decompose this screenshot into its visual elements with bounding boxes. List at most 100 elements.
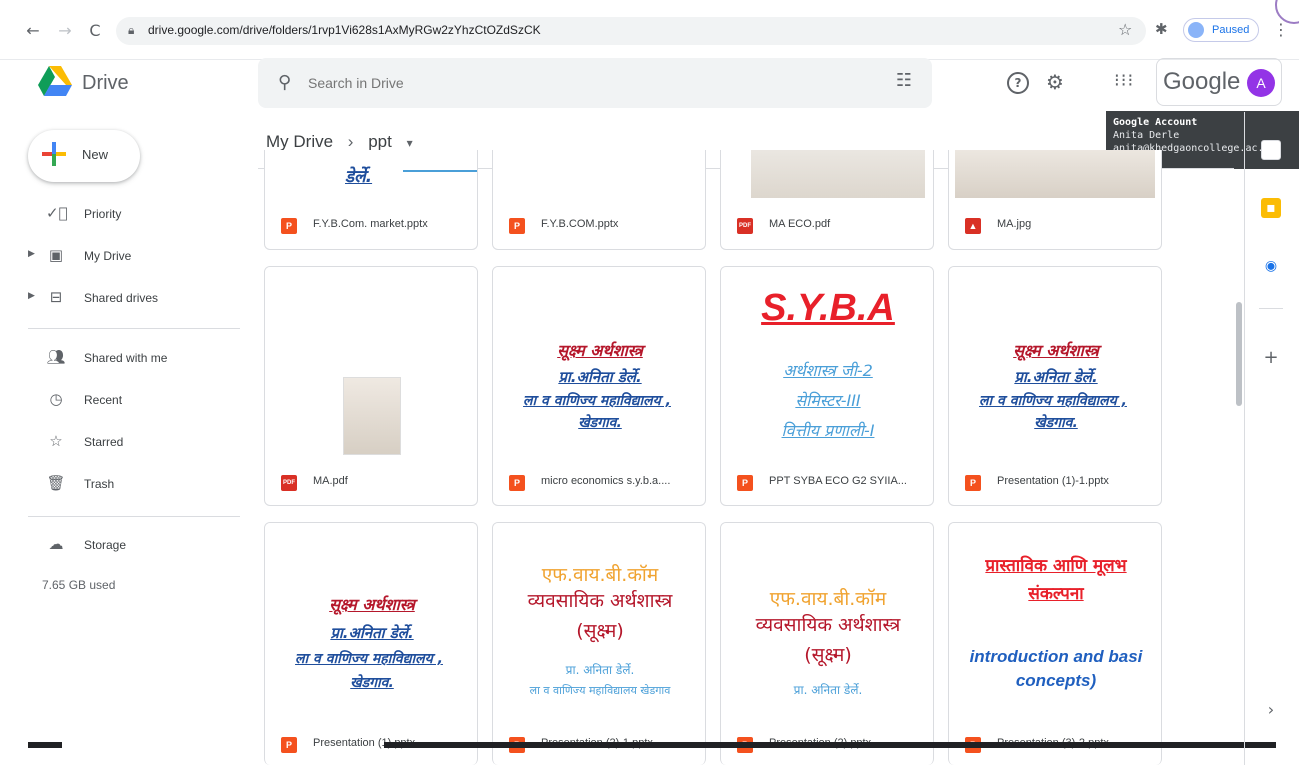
thumbnail-text: सूक्ष्म अर्थशास्त्र [1013,341,1099,360]
search-options-icon[interactable]: ☷ [896,70,912,91]
thumbnail-text: प्रा. अनिता डेर्ले. [793,683,863,697]
sidebar-item-label: Shared drives [84,291,159,305]
sidebar-item-recent[interactable]: ◷ Recent [0,384,240,418]
thumbnail-text: व्यवसायिक अर्थशास्त्र [755,614,901,636]
file-card[interactable]: डेर्ले. P F.Y.B.Com. market.pptx [264,150,478,250]
forward-arrow-icon[interactable]: → [54,20,76,42]
address-bar[interactable]: 🔒︎ drive.google.com/drive/folders/1rvp1V… [116,17,1146,45]
sidebar-item-trash[interactable]: 🗑︎ Trash [0,468,240,502]
file-name: micro economics s.y.b.a.... [541,475,671,487]
file-card[interactable]: एफ.वाय.बी.कॉम व्यवसायिक अर्थशास्त्र (सूक… [492,522,706,765]
account-area[interactable]: Google A [1156,58,1282,106]
file-thumbnail: प्रास्ताविक आणि मूलभ संकल्पना introducti… [949,523,1161,713]
new-button[interactable]: New [28,130,140,182]
file-card[interactable]: सूक्ष्म अर्थशास्त्र प्रा.अनिता डेर्ले. ल… [492,266,706,506]
thumbnail-text: ला व वाणिज्य महाविद्यालय खेडगाव [529,684,671,697]
image-preview [955,150,1155,198]
extensions-puzzle-icon[interactable]: ✱ [1155,20,1168,38]
settings-gear-icon[interactable]: ⚙ [1046,70,1064,94]
file-card[interactable]: S.Y.B.A अर्थशास्त्र जी-2 सेमिस्टर-III वि… [720,266,934,506]
help-icon[interactable]: ? [1007,72,1029,94]
drive-logo-icon[interactable] [38,66,72,96]
sidebar-divider [28,328,240,329]
file-card[interactable]: PDF MA ECO.pdf [720,150,934,250]
thumbnail-text: खेडगाव. [1034,415,1078,431]
folder-dropdown-icon[interactable]: ▾ [407,136,413,150]
file-card[interactable]: P F.Y.B.COM.pptx [492,150,706,250]
search-bar[interactable]: ⚲ ☷ [258,58,932,108]
pdf-page-preview [343,377,401,455]
file-thumbnail: डेर्ले. [265,150,477,202]
thumbnail-text: सेमिस्टर-III [795,391,861,410]
new-button-label: New [82,147,109,162]
file-card[interactable]: प्रास्ताविक आणि मूलभ संकल्पना introducti… [948,522,1162,765]
keep-icon[interactable]: ▪ [1261,198,1281,218]
app-title[interactable]: Drive [82,72,129,95]
cloud-icon: ☁︎ [48,535,64,553]
search-icon[interactable]: ⚲ [278,72,291,93]
file-card[interactable]: ▲ MA.jpg [948,150,1162,250]
lock-icon: 🔒︎ [128,23,135,37]
file-thumbnail: S.Y.B.A अर्थशास्त्र जी-2 सेमिस्टर-III वि… [721,267,933,457]
file-thumbnail: सूक्ष्म अर्थशास्त्र प्रा.अनिता डेर्ले. ल… [949,267,1161,457]
thumbnail-text: सूक्ष्म अर्थशास्त्र [329,595,415,614]
add-addon-icon[interactable]: + [1261,348,1281,368]
thumbnail-text: प्रा.अनिता डेर्ले. [330,624,414,642]
expand-arrow-icon[interactable]: ▶ [28,249,35,259]
expand-panel-chevron-icon[interactable]: › [1261,700,1281,720]
thumbnail-text: डेर्ले. [345,167,373,187]
sidebar-item-label: My Drive [84,249,132,263]
expand-arrow-icon[interactable]: ▶ [28,291,35,301]
tasks-icon[interactable]: ◉ [1261,256,1281,276]
file-card[interactable]: सूक्ष्म अर्थशास्त्र प्रा.अनिता डेर्ले. ल… [948,266,1162,506]
thumbnail-text: सूक्ष्म अर्थशास्त्र [557,341,643,360]
thumbnail-title: S.Y.B.A [761,287,895,329]
breadcrumb-current-folder[interactable]: ppt [368,132,392,151]
pptx-file-icon: P [737,475,753,491]
sidebar-item-shared-drives[interactable]: ▶ ⊟ Shared drives [0,282,240,316]
file-card-footer: P PPT SYBA ECO G2 SYIIA... [721,459,933,505]
thumbnail-text: अर्थशास्त्र जी-2 [783,361,873,380]
back-arrow-icon[interactable]: ← [22,20,44,42]
thumbnail-text: व्यवसायिक अर्थशास्त्र [527,590,673,612]
file-name: MA.pdf [313,475,348,487]
thumbnail-text: ला व वाणिज्य महाविद्यालय , [979,393,1127,409]
sidebar-item-storage[interactable]: ☁︎ Storage [0,529,240,563]
pptx-file-icon: P [281,737,297,753]
file-card[interactable]: सूक्ष्म अर्थशास्त्र प्रा.अनिता डेर्ले. ल… [264,522,478,765]
file-card[interactable]: एफ.वाय.बी.कॉम व्यवसायिक अर्थशास्त्र (सूक… [720,522,934,765]
calendar-icon[interactable] [1261,140,1281,160]
file-card[interactable]: PDF MA.pdf [264,266,478,506]
bookmark-star-icon[interactable]: ☆ [1118,20,1132,39]
sidebar-item-priority[interactable]: ✓⃝ Priority [0,198,240,232]
my-drive-icon: ▣ [48,246,64,264]
file-thumbnail: एफ.वाय.बी.कॉम व्यवसायिक अर्थशास्त्र (सूक… [493,523,705,713]
sidebar-item-starred[interactable]: ☆ Starred [0,426,240,460]
file-thumbnail: सूक्ष्म अर्थशास्त्र प्रा.अनिता डेर्ले. ल… [265,523,477,713]
sidebar-item-label: Storage [84,538,127,552]
search-input[interactable] [308,72,868,94]
sidebar-item-my-drive[interactable]: ▶ ▣ My Drive [0,240,240,274]
pptx-file-icon: P [281,218,297,234]
reload-icon[interactable]: C [84,20,106,42]
file-thumbnail [493,150,705,202]
horizontal-scrollbar[interactable] [384,742,1276,748]
thumbnail-text: वित्तीय प्रणाली-I [781,421,875,440]
star-icon: ☆ [49,432,63,450]
google-apps-icon[interactable]: ⁝⁝⁝ [1114,70,1134,91]
profile-paused-chip[interactable]: Paused [1183,18,1259,42]
account-avatar[interactable]: A [1247,69,1275,97]
thumbnail-text: introduction and basi [969,647,1143,666]
thumbnail-text: संकल्पना [1028,584,1084,604]
sidebar-item-label: Shared with me [84,351,168,365]
side-panel: ▪ ◉ + › [1244,112,1299,765]
panel-divider [1259,308,1283,309]
vertical-scrollbar[interactable] [1236,302,1242,406]
file-name: MA ECO.pdf [769,218,831,230]
file-card-footer: P Presentation (1)-1.pptx [949,459,1161,505]
sidebar-item-shared-with-me[interactable]: 👥︎ Shared with me [0,342,240,376]
pptx-file-icon: P [965,475,981,491]
file-card-footer: P F.Y.B.Com. market.pptx [265,202,477,249]
breadcrumb-my-drive[interactable]: My Drive [266,132,333,151]
thumbnail-text: प्रा.अनिता डेर्ले. [558,368,642,386]
